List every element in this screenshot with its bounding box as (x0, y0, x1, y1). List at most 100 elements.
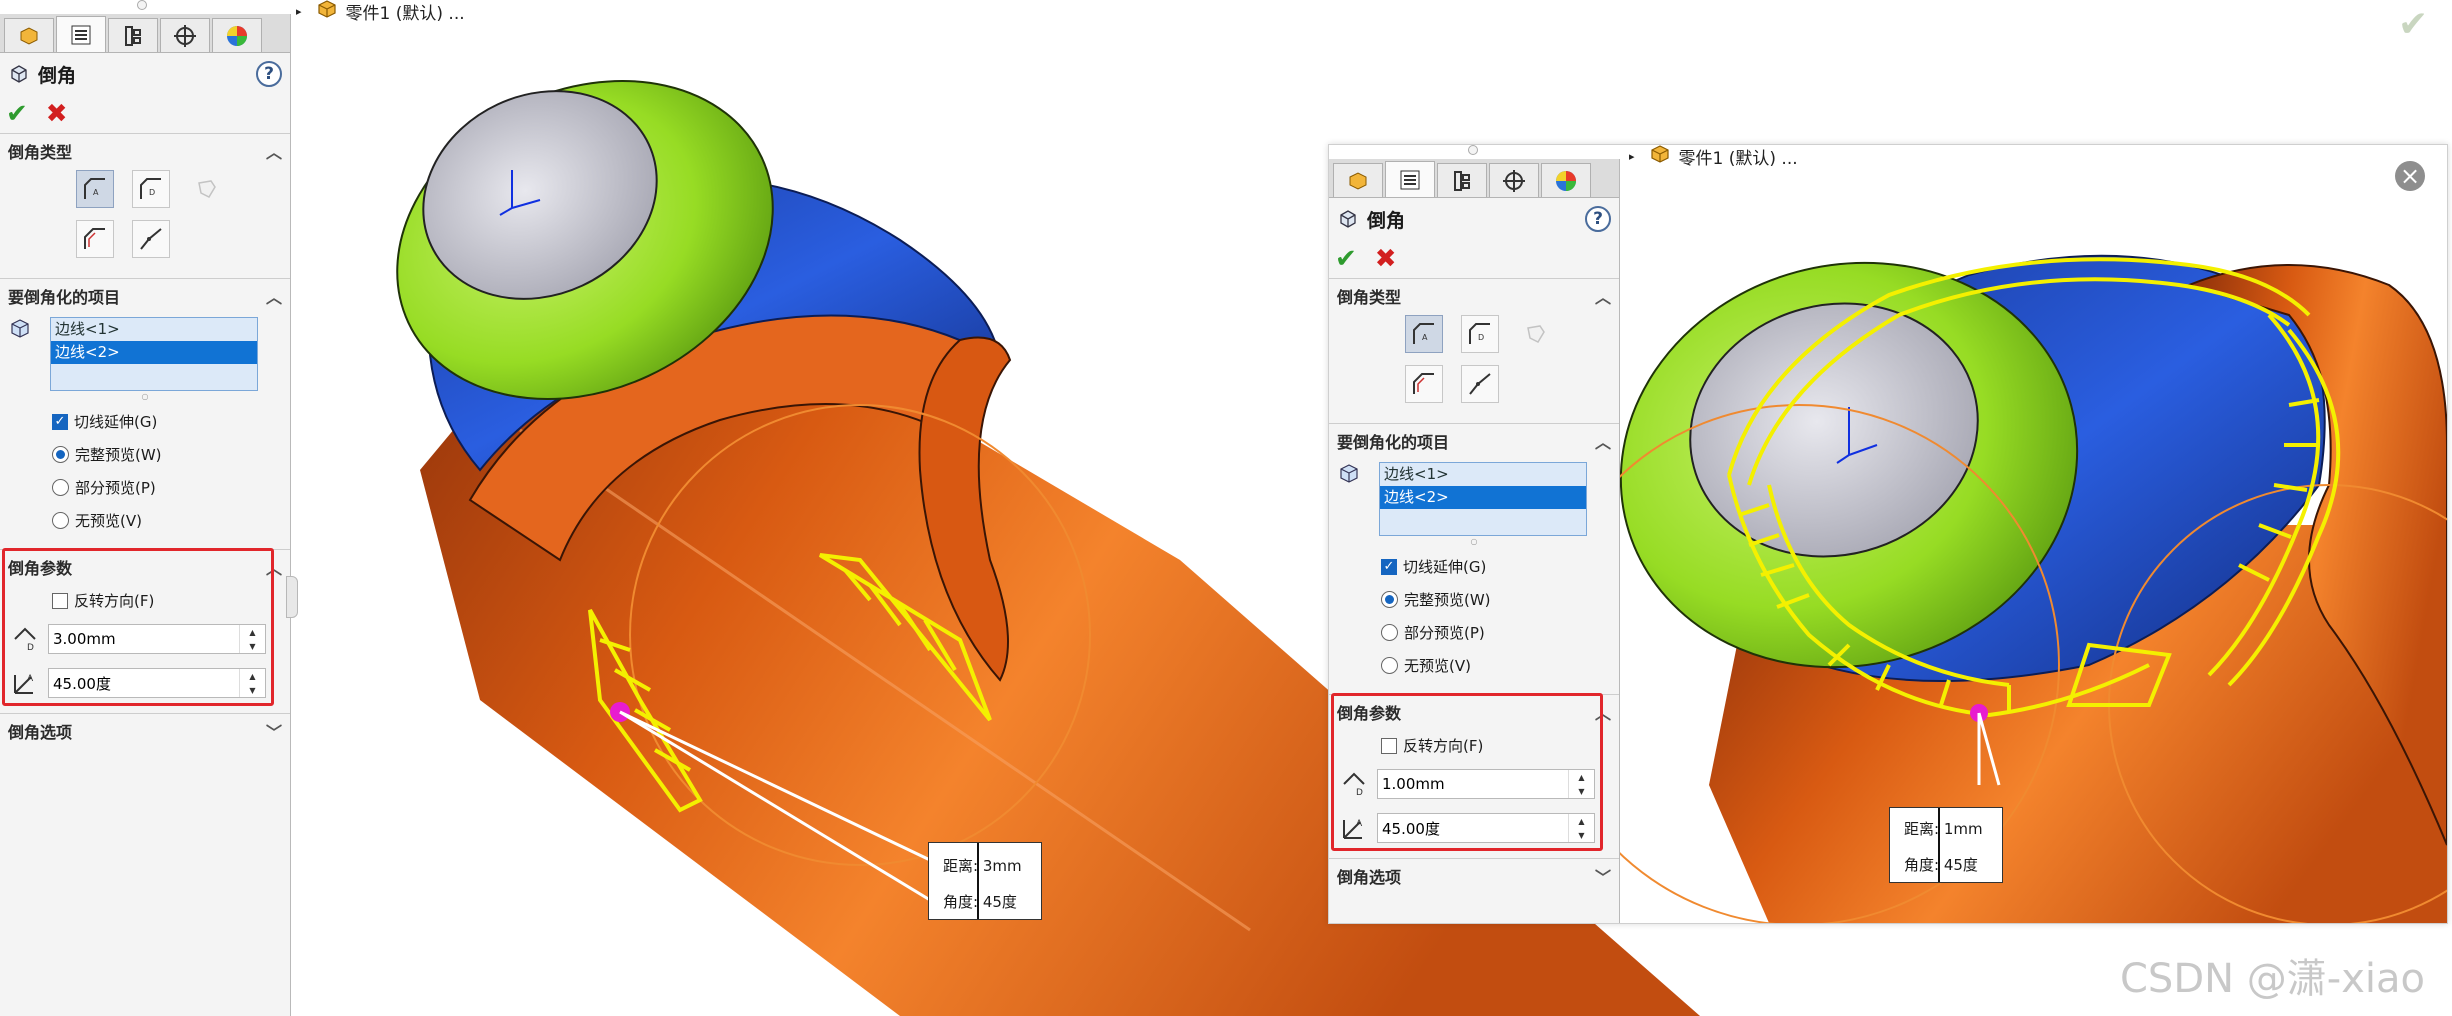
section-title: 倒角参数 (8, 559, 73, 578)
no-preview-option[interactable]: 无预览(V) (1329, 649, 1619, 682)
property-manager-tab[interactable] (1385, 161, 1435, 197)
items-header[interactable]: 要倒角化的项目 ︿ (1329, 424, 1619, 458)
chevron-up-icon[interactable]: ︿ (266, 555, 282, 579)
items-section: 要倒角化的项目 ︿ 边线<1> 边线<2> ○ ✓ 切线延伸(G) 完整预览(W) … (1329, 423, 1619, 682)
selected-edges-list[interactable]: 边线<1> 边线<2> (1379, 462, 1587, 536)
offset-face-button[interactable] (1405, 365, 1443, 403)
expand-arrow-icon[interactable]: ▸ (296, 5, 302, 18)
radio-selected[interactable] (1381, 591, 1398, 608)
list-item[interactable]: 边线<2> (51, 341, 257, 364)
vertex-button[interactable] (188, 170, 226, 208)
chamfer-type-header[interactable]: 倒角类型 ︿ (1329, 279, 1619, 313)
chamfer-type-header[interactable]: 倒角类型 ︿ (0, 134, 290, 168)
radio-unselected[interactable] (52, 479, 69, 496)
confirm-corner-icon[interactable]: ✔ (2398, 4, 2428, 45)
list-item[interactable]: 边线<1> (1380, 463, 1586, 486)
panel-collapse-handle[interactable] (286, 576, 298, 618)
tangent-propagation-option[interactable]: ✓ 切线延伸(G) (0, 405, 290, 438)
list-resize-grip[interactable]: ○ (0, 391, 290, 405)
distance-distance-button[interactable]: D (1461, 315, 1499, 353)
angle-distance-button[interactable]: A (1405, 315, 1443, 353)
options-header[interactable]: 倒角选项 ﹀ (1329, 859, 1619, 893)
spin-up-icon[interactable]: ▲ (240, 625, 265, 639)
chevron-up-icon[interactable]: ︿ (266, 139, 282, 163)
spin-down-icon[interactable]: ▼ (1569, 828, 1594, 842)
splitter-grip[interactable] (1468, 145, 1478, 155)
dimxpert-tab[interactable] (160, 18, 210, 52)
property-manager-tab[interactable] (56, 16, 106, 52)
feature-manager-tab[interactable] (4, 18, 54, 52)
offset-face-button[interactable] (76, 220, 114, 258)
flip-direction-option[interactable]: 反转方向(F) (1329, 729, 1619, 762)
full-preview-option[interactable]: 完整预览(W) (1329, 583, 1619, 616)
checkbox-unchecked[interactable] (1381, 737, 1397, 754)
help-button[interactable]: ? (1585, 206, 1611, 232)
radio-unselected[interactable] (52, 512, 69, 529)
face-face-button[interactable] (1461, 365, 1499, 403)
partial-preview-option[interactable]: 部分预览(P) (1329, 616, 1619, 649)
chevron-up-icon[interactable]: ︿ (1595, 429, 1611, 453)
params-header[interactable]: 倒角参数 ︿ (1329, 695, 1619, 729)
spin-up-icon[interactable]: ▲ (1569, 814, 1594, 828)
help-button[interactable]: ? (256, 61, 282, 87)
angle-input[interactable] (49, 673, 239, 693)
checkbox-unchecked[interactable] (52, 592, 68, 609)
vertex-button[interactable] (1517, 315, 1555, 353)
angle-input[interactable] (1378, 818, 1568, 838)
partial-preview-option[interactable]: 部分预览(P) (0, 471, 290, 504)
spin-up-icon[interactable]: ▲ (1569, 770, 1594, 784)
distance-distance-icon: D (140, 178, 161, 199)
chevron-down-icon[interactable]: ﹀ (1595, 864, 1611, 888)
list-item[interactable]: 边线<1> (51, 318, 257, 341)
list-resize-grip[interactable]: ○ (1329, 536, 1619, 550)
dimension-callout-right[interactable]: 距离: 1mm 角度: 45度 (1889, 807, 2003, 883)
cancel-button[interactable]: ✖ (1375, 246, 1397, 272)
radio-selected[interactable] (52, 446, 69, 463)
svg-text:D: D (149, 188, 155, 197)
full-preview-option[interactable]: 完整预览(W) (0, 438, 290, 471)
selected-edges-list[interactable]: 边线<1> 边线<2> (50, 317, 258, 391)
face-face-button[interactable] (132, 220, 170, 258)
checkbox-checked[interactable]: ✓ (1381, 558, 1397, 575)
expand-arrow-icon[interactable]: ▸ (1629, 150, 1635, 163)
manager-tabs (0, 14, 290, 53)
close-button[interactable]: × (2395, 161, 2425, 191)
dimxpert-tab[interactable] (1489, 163, 1539, 197)
radio-unselected[interactable] (1381, 657, 1398, 674)
spin-down-icon[interactable]: ▼ (240, 639, 265, 653)
list-item[interactable]: 边线<2> (1380, 486, 1586, 509)
configuration-manager-tab[interactable] (1437, 163, 1487, 197)
spin-down-icon[interactable]: ▼ (240, 683, 265, 697)
distance-input[interactable] (49, 629, 239, 649)
display-manager-tab[interactable] (212, 18, 262, 52)
configuration-manager-tab[interactable] (108, 18, 158, 52)
angle-distance-button[interactable]: A (76, 170, 114, 208)
flip-direction-option[interactable]: 反转方向(F) (0, 584, 290, 617)
spin-down-icon[interactable]: ▼ (1569, 784, 1594, 798)
chevron-up-icon[interactable]: ︿ (266, 284, 282, 308)
chevron-up-icon[interactable]: ︿ (1595, 284, 1611, 308)
spin-up-icon[interactable]: ▲ (240, 669, 265, 683)
feature-manager-tab[interactable] (1333, 163, 1383, 197)
checkbox-checked[interactable]: ✓ (52, 413, 68, 430)
ok-button[interactable]: ✔ (6, 101, 28, 127)
dimension-callout-left[interactable]: 距离: 3mm 角度: 45度 (928, 842, 1042, 920)
ok-button[interactable]: ✔ (1335, 246, 1357, 272)
display-manager-tab[interactable] (1541, 163, 1591, 197)
chevron-up-icon[interactable]: ︿ (1595, 700, 1611, 724)
radio-unselected[interactable] (1381, 624, 1398, 641)
params-header[interactable]: 倒角参数 ︿ (0, 550, 290, 584)
tangent-propagation-option[interactable]: ✓ 切线延伸(G) (1329, 550, 1619, 583)
no-preview-option[interactable]: 无预览(V) (0, 504, 290, 537)
feature-tree-breadcrumb-left[interactable]: ▸ 零件1 (默认) ... (296, 0, 465, 24)
dimxpert-icon (174, 24, 196, 47)
splitter-grip[interactable] (137, 0, 147, 10)
ok-cancel-row: ✔ ✖ (1329, 240, 1619, 278)
cancel-button[interactable]: ✖ (46, 101, 68, 127)
distance-input[interactable] (1378, 774, 1568, 794)
chevron-down-icon[interactable]: ﹀ (266, 719, 282, 743)
distance-distance-button[interactable]: D (132, 170, 170, 208)
options-header[interactable]: 倒角选项 ﹀ (0, 714, 290, 748)
feature-tree-breadcrumb-right[interactable]: ▸ 零件1 (默认) ... (1629, 145, 1798, 169)
items-header[interactable]: 要倒角化的项目 ︿ (0, 279, 290, 313)
